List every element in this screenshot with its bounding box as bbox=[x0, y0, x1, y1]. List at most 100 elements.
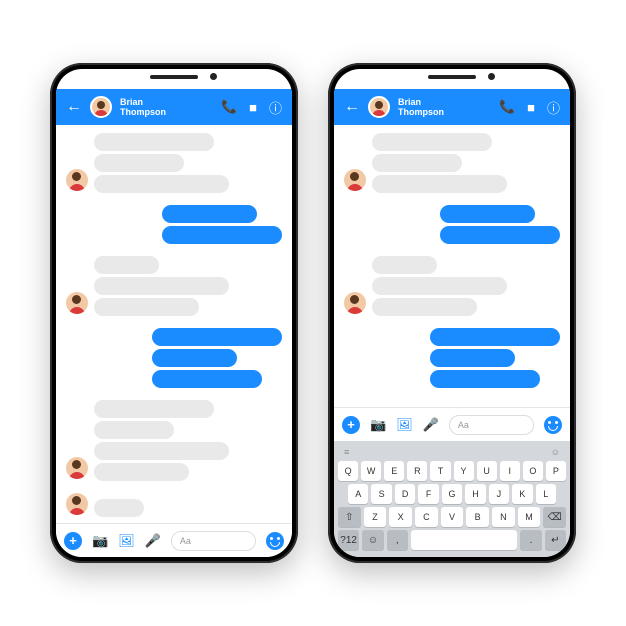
sender-avatar[interactable] bbox=[66, 292, 88, 314]
add-button[interactable]: + bbox=[342, 416, 360, 434]
key-☺[interactable]: ☺ bbox=[362, 530, 383, 550]
contact-avatar[interactable] bbox=[368, 96, 390, 118]
back-icon[interactable]: ← bbox=[344, 99, 360, 115]
call-icon[interactable]: 📞 bbox=[499, 99, 515, 115]
message-input[interactable]: Aa bbox=[171, 531, 256, 551]
message-bubble[interactable] bbox=[94, 400, 214, 418]
key-a[interactable]: A bbox=[348, 484, 368, 504]
key-?12[interactable]: ?12 bbox=[338, 530, 359, 550]
message-bubble[interactable] bbox=[94, 154, 184, 172]
message-bubble[interactable] bbox=[94, 298, 199, 316]
key-q[interactable]: Q bbox=[338, 461, 358, 481]
message-bubble[interactable] bbox=[440, 205, 535, 223]
sender-avatar[interactable] bbox=[66, 493, 88, 515]
key-.[interactable]: . bbox=[520, 530, 541, 550]
message-bubble[interactable] bbox=[94, 499, 144, 517]
message-bubble[interactable] bbox=[430, 370, 540, 388]
message-bubble[interactable] bbox=[94, 277, 229, 295]
video-icon[interactable]: ■ bbox=[249, 100, 257, 115]
message-bubble[interactable] bbox=[94, 175, 229, 193]
emoji-icon[interactable] bbox=[266, 532, 284, 550]
info-icon[interactable]: ⓘ bbox=[547, 98, 560, 117]
info-icon[interactable]: ⓘ bbox=[269, 98, 282, 117]
key-k[interactable]: K bbox=[512, 484, 532, 504]
message-bubble[interactable] bbox=[372, 277, 507, 295]
video-icon[interactable]: ■ bbox=[527, 100, 535, 115]
camera-icon[interactable]: 📷 bbox=[92, 533, 108, 549]
key-y[interactable]: Y bbox=[454, 461, 474, 481]
key-j[interactable]: J bbox=[489, 484, 509, 504]
message-bubble[interactable] bbox=[152, 349, 237, 367]
camera-icon[interactable]: 📷 bbox=[370, 417, 386, 433]
key-b[interactable]: B bbox=[466, 507, 489, 527]
key-⇧[interactable]: ⇧ bbox=[338, 507, 361, 527]
message-group bbox=[344, 133, 560, 193]
key-w[interactable]: W bbox=[361, 461, 381, 481]
message-bubble[interactable] bbox=[440, 226, 560, 244]
keyboard-menu-icon[interactable]: ≡ bbox=[344, 447, 349, 457]
key-o[interactable]: O bbox=[523, 461, 543, 481]
key-r[interactable]: R bbox=[407, 461, 427, 481]
key-c[interactable]: C bbox=[415, 507, 438, 527]
message-bubble[interactable] bbox=[372, 175, 507, 193]
back-icon[interactable]: ← bbox=[66, 99, 82, 115]
sender-avatar[interactable] bbox=[344, 292, 366, 314]
emoji-icon[interactable] bbox=[544, 416, 562, 434]
key-g[interactable]: G bbox=[442, 484, 462, 504]
screen: ← BrianThompson 📞 ■ ⓘ + 📷 🖼 🎤 Aa bbox=[56, 69, 292, 557]
mic-icon[interactable]: 🎤 bbox=[145, 533, 161, 549]
key-n[interactable]: N bbox=[492, 507, 515, 527]
key-space[interactable] bbox=[411, 530, 518, 550]
key-i[interactable]: I bbox=[500, 461, 520, 481]
contact-name[interactable]: BrianThompson bbox=[398, 97, 487, 117]
message-list[interactable] bbox=[56, 125, 292, 523]
message-bubble[interactable] bbox=[94, 133, 214, 151]
key-m[interactable]: M bbox=[518, 507, 541, 527]
key-⌫[interactable]: ⌫ bbox=[543, 507, 566, 527]
key-,[interactable]: , bbox=[387, 530, 408, 550]
message-bubble[interactable] bbox=[430, 349, 515, 367]
contact-name[interactable]: BrianThompson bbox=[120, 97, 209, 117]
message-bubble[interactable] bbox=[372, 256, 437, 274]
message-bubble[interactable] bbox=[372, 133, 492, 151]
key-d[interactable]: D bbox=[395, 484, 415, 504]
key-h[interactable]: H bbox=[465, 484, 485, 504]
contact-avatar[interactable] bbox=[90, 96, 112, 118]
message-bubble[interactable] bbox=[94, 442, 229, 460]
mic-icon[interactable]: 🎤 bbox=[423, 417, 439, 433]
sender-avatar[interactable] bbox=[344, 169, 366, 191]
key-e[interactable]: E bbox=[384, 461, 404, 481]
gallery-icon[interactable]: 🖼 bbox=[396, 417, 413, 433]
message-bubble[interactable] bbox=[430, 328, 560, 346]
sender-avatar[interactable] bbox=[66, 169, 88, 191]
message-bubble[interactable] bbox=[94, 463, 189, 481]
call-icon[interactable]: 📞 bbox=[221, 99, 237, 115]
key-s[interactable]: S bbox=[371, 484, 391, 504]
key-u[interactable]: U bbox=[477, 461, 497, 481]
message-bubble[interactable] bbox=[94, 421, 174, 439]
gallery-icon[interactable]: 🖼 bbox=[118, 533, 135, 549]
key-l[interactable]: L bbox=[536, 484, 556, 504]
key-x[interactable]: X bbox=[389, 507, 412, 527]
message-bubble[interactable] bbox=[372, 154, 462, 172]
message-group bbox=[66, 493, 282, 517]
key-z[interactable]: Z bbox=[364, 507, 387, 527]
add-button[interactable]: + bbox=[64, 532, 82, 550]
message-input[interactable]: Aa bbox=[449, 415, 534, 435]
message-bubble[interactable] bbox=[162, 205, 257, 223]
message-bubble[interactable] bbox=[162, 226, 282, 244]
message-bubble[interactable] bbox=[152, 370, 262, 388]
chat-header: ← BrianThompson 📞 ■ ⓘ bbox=[334, 89, 570, 125]
message-bubble[interactable] bbox=[152, 328, 282, 346]
key-f[interactable]: F bbox=[418, 484, 438, 504]
sender-avatar[interactable] bbox=[66, 457, 88, 479]
key-v[interactable]: V bbox=[441, 507, 464, 527]
keyboard-emoji-icon[interactable]: ☺ bbox=[551, 447, 560, 457]
key-p[interactable]: P bbox=[546, 461, 566, 481]
key-t[interactable]: T bbox=[430, 461, 450, 481]
message-bubble[interactable] bbox=[94, 256, 159, 274]
message-list[interactable] bbox=[334, 125, 570, 407]
message-group bbox=[66, 256, 282, 316]
key-↵[interactable]: ↵ bbox=[545, 530, 566, 550]
message-bubble[interactable] bbox=[372, 298, 477, 316]
